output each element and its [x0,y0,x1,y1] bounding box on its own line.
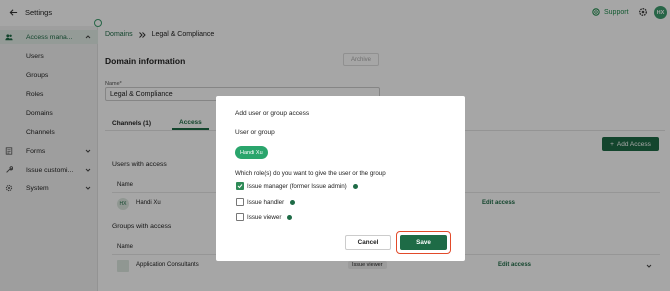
role-option-issue-manager[interactable]: Issue manager (former Issue admin) [236,182,358,190]
checkbox[interactable] [236,213,244,221]
cancel-button[interactable]: Cancel [345,235,391,250]
selected-user-chip[interactable]: Handi Xu [235,146,268,159]
user-or-group-label: User or group [235,129,275,136]
checkbox-checked[interactable] [236,182,244,190]
add-access-dialog: Add user or group access User or group H… [216,96,465,261]
role-question: Which role(s) do you want to give the us… [235,170,386,177]
role-label: Issue handler [247,198,285,206]
role-label: Issue viewer [247,213,282,221]
checkbox[interactable] [236,198,244,206]
save-button[interactable]: Save [400,235,447,250]
role-label: Issue manager (former Issue admin) [247,182,347,190]
info-icon[interactable] [352,183,358,189]
role-option-issue-handler[interactable]: Issue handler [236,198,296,206]
app-root: Settings Support HX Access mana... Users… [0,0,670,291]
role-option-issue-viewer[interactable]: Issue viewer [236,213,293,221]
info-icon[interactable] [290,199,296,205]
info-icon[interactable] [287,214,293,220]
dialog-title: Add user or group access [235,110,310,117]
check-icon [237,184,243,189]
